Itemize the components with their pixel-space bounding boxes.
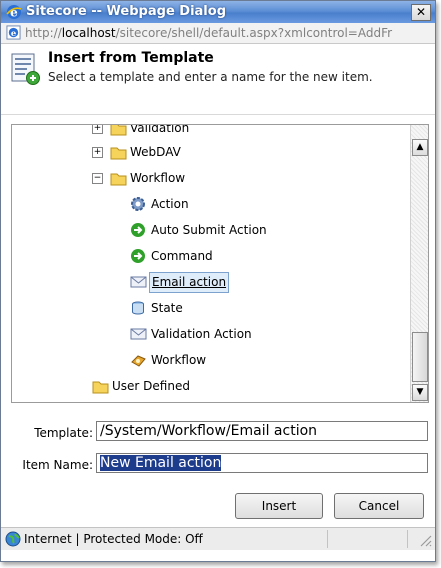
template-tree[interactable]: + Validation + WebDAV − Workflow Action [11, 124, 429, 403]
workflow-icon [131, 355, 146, 367]
tree-node-label: Command [151, 249, 213, 263]
tree-node-label: Workflow [151, 353, 207, 367]
item-name-value: New Email action [100, 455, 222, 471]
template-value: /System/Workflow/Email action [100, 423, 318, 439]
dialog-heading: Insert from Template [48, 50, 214, 66]
dialog-header: Insert from Template Select a template a… [1, 44, 435, 115]
tree-node-label: User Defined [112, 379, 190, 393]
template-field[interactable]: /System/Workflow/Email action [96, 421, 428, 441]
dialog-window: e Sitecore -- Webpage Dialog ✕ e http://… [0, 0, 436, 562]
item-name-field[interactable]: New Email action [96, 453, 428, 473]
gear-icon [131, 197, 145, 211]
svg-text:e: e [11, 28, 16, 38]
collapse-icon[interactable]: − [92, 173, 103, 184]
item-name-label: Item Name: [22, 458, 93, 472]
scroll-down-icon: ▼ [416, 387, 424, 397]
tree-content: + Validation + WebDAV − Workflow Action [12, 125, 412, 402]
tree-node-label: Email action [149, 272, 230, 293]
scroll-up-button[interactable]: ▲ [412, 139, 428, 156]
tree-node-label: Validation Action [151, 327, 252, 341]
cancel-button[interactable]: Cancel [334, 493, 424, 519]
tree-node-label: WebDAV [130, 145, 181, 159]
folder-icon [110, 125, 127, 136]
globe-icon [5, 531, 21, 547]
tree-node-label: Workflow [130, 171, 186, 185]
header-divider [1, 114, 435, 115]
ie-page-icon: e [6, 25, 21, 40]
green-arrow-icon [131, 249, 145, 263]
insert-template-icon [11, 53, 40, 85]
expand-icon[interactable]: + [92, 147, 103, 158]
status-divider [407, 530, 408, 548]
envelope-icon [130, 276, 147, 288]
folder-icon [110, 147, 127, 160]
close-icon: ✕ [415, 5, 427, 19]
resize-grip-icon[interactable] [415, 532, 433, 548]
folder-icon [92, 381, 109, 394]
scroll-up-icon: ▲ [416, 142, 424, 152]
internet-explorer-icon: e [6, 5, 22, 20]
scroll-thumb[interactable] [412, 332, 428, 382]
address-bar: e http://localhost/sitecore/shell/defaul… [1, 23, 435, 44]
template-label: Template: [34, 426, 93, 440]
window-title: Sitecore -- Webpage Dialog [26, 4, 226, 19]
url-text: http://localhost/sitecore/shell/default.… [25, 26, 393, 40]
tree-scrollbar[interactable]: ▲ ▼ [410, 125, 428, 402]
envelope-icon [130, 328, 147, 340]
title-bar[interactable]: e Sitecore -- Webpage Dialog ✕ [1, 1, 435, 23]
tree-node-label: Validation [130, 125, 190, 135]
url-host: localhost [61, 26, 116, 40]
status-bar: Internet | Protected Mode: Off [1, 527, 435, 550]
status-text: Internet | Protected Mode: Off [24, 532, 203, 546]
status-divider [327, 530, 328, 548]
close-button[interactable]: ✕ [411, 4, 431, 21]
scroll-down-button[interactable]: ▼ [412, 384, 428, 401]
tree-node-label: State [151, 301, 183, 315]
tree-node-label: Action [151, 197, 189, 211]
state-icon [132, 301, 144, 315]
expand-icon[interactable]: + [92, 125, 103, 134]
insert-button[interactable]: Insert [235, 493, 323, 519]
green-arrow-icon [131, 223, 145, 237]
dialog-subtitle: Select a template and enter a name for t… [48, 70, 373, 84]
tree-node-label: Auto Submit Action [151, 223, 267, 237]
folder-icon [110, 173, 127, 186]
